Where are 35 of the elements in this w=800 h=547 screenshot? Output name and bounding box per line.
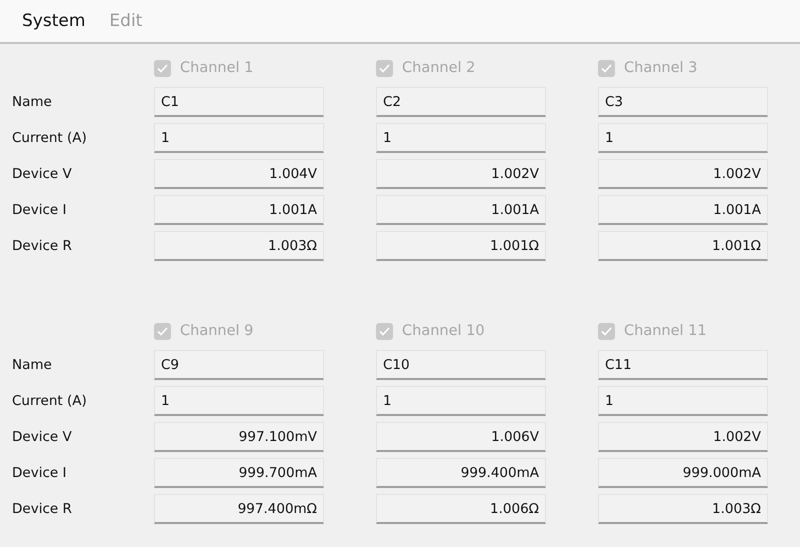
field-label: Name <box>12 94 53 110</box>
field-label: Current (A) <box>12 393 88 409</box>
reading-field: 997.100mV <box>154 422 324 452</box>
check-icon <box>157 326 168 336</box>
reading-field: 1.002V <box>598 159 768 189</box>
reading-field: 1.003Ω <box>154 231 324 261</box>
reading-field: 1.002V <box>376 159 546 189</box>
field-label: Device R <box>12 238 73 254</box>
check-icon <box>601 326 612 336</box>
check-icon <box>379 64 390 72</box>
reading-field: 997.400mΩ <box>154 494 324 524</box>
field-label: Current (A) <box>12 130 88 146</box>
check-icon <box>601 64 612 72</box>
reading-field: 1.001Ω <box>598 231 768 261</box>
reading-field: 1.003Ω <box>598 494 768 524</box>
reading-field: 1.002V <box>598 422 768 452</box>
field-label: Device I <box>12 465 68 481</box>
reading-field: 1.001A <box>154 195 324 225</box>
reading-field: 999.700mA <box>154 458 324 488</box>
reading-field: 999.400mA <box>376 458 546 488</box>
field-label: Device I <box>12 202 68 218</box>
field-label: Device V <box>12 429 73 445</box>
reading-field: 1.001A <box>376 195 546 225</box>
reading-field: 1.006Ω <box>376 494 546 524</box>
field-label: Device R <box>12 501 73 517</box>
reading-field: 1.006V <box>376 422 546 452</box>
check-icon <box>379 326 390 336</box>
reading-field: 999.000mA <box>598 458 768 488</box>
field-label: Device V <box>12 166 73 182</box>
reading-field: 1.001Ω <box>376 231 546 261</box>
field-label: Name <box>12 357 53 373</box>
reading-field: 1.004V <box>154 159 324 189</box>
reading-field: 1.001A <box>598 195 768 225</box>
check-icon <box>157 64 168 72</box>
menu-item[interactable]: System <box>22 11 86 31</box>
